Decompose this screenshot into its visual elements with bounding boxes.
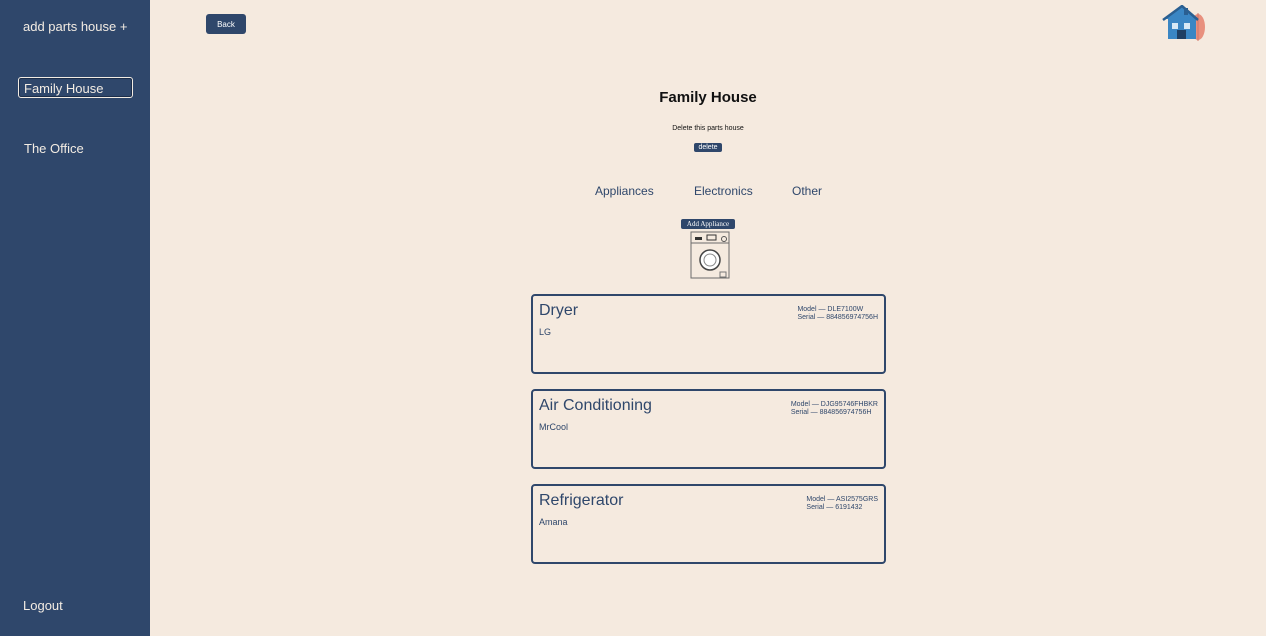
appliance-name: Refrigerator <box>539 492 624 509</box>
sidebar: add parts house + Family House The Offic… <box>0 0 150 636</box>
add-appliance-button[interactable]: Add Appliance <box>681 219 735 229</box>
appliance-name: Dryer <box>539 302 579 319</box>
sidebar-item-family-house[interactable]: Family House <box>18 77 133 98</box>
appliance-specs: Model — ASI2575GRS Serial — 6191432 <box>806 496 878 512</box>
back-button[interactable]: Back <box>206 14 246 34</box>
appliance-brand: MrCool <box>539 422 569 432</box>
appliance-model: Model — DLE7100W <box>797 306 864 313</box>
appliance-serial: Serial — 6191432 <box>806 504 863 511</box>
appliance-specs: Model — DJG95746FHBKR Serial — 884856974… <box>791 401 878 417</box>
appliance-card-air-conditioning[interactable]: Air Conditioning MrCool Model — DJG95746… <box>531 389 886 469</box>
appliance-card-dryer[interactable]: Dryer LG Model — DLE7100W Serial — 88485… <box>531 294 886 374</box>
appliance-card-refrigerator[interactable]: Refrigerator Amana Model — ASI2575GRS Se… <box>531 484 886 564</box>
tab-appliances[interactable]: Appliances <box>595 184 654 198</box>
house-logo-icon[interactable] <box>1162 4 1208 43</box>
washing-machine-icon <box>690 231 730 279</box>
delete-house-button[interactable]: delete <box>694 143 722 152</box>
logout-link[interactable]: Logout <box>23 598 63 613</box>
appliance-serial: Serial — 884856974756H <box>790 409 872 416</box>
add-parts-house-link[interactable]: add parts house + <box>23 19 127 34</box>
appliance-model: Model — ASI2575GRS <box>806 496 878 503</box>
appliance-name: Air Conditioning <box>539 397 652 414</box>
tab-electronics[interactable]: Electronics <box>694 184 753 198</box>
tab-other[interactable]: Other <box>792 184 822 198</box>
sidebar-item-the-office[interactable]: The Office <box>18 137 133 158</box>
page-title: Family House <box>659 89 757 106</box>
delete-house-prompt: Delete this parts house <box>672 125 744 132</box>
appliance-specs: Model — DLE7100W Serial — 884856974756H <box>797 306 878 322</box>
appliance-model: Model — DJG95746FHBKR <box>790 401 878 408</box>
appliance-brand: Amana <box>539 517 568 527</box>
appliance-serial: Serial — 884856974756H <box>797 314 878 321</box>
appliance-brand: LG <box>539 327 552 337</box>
